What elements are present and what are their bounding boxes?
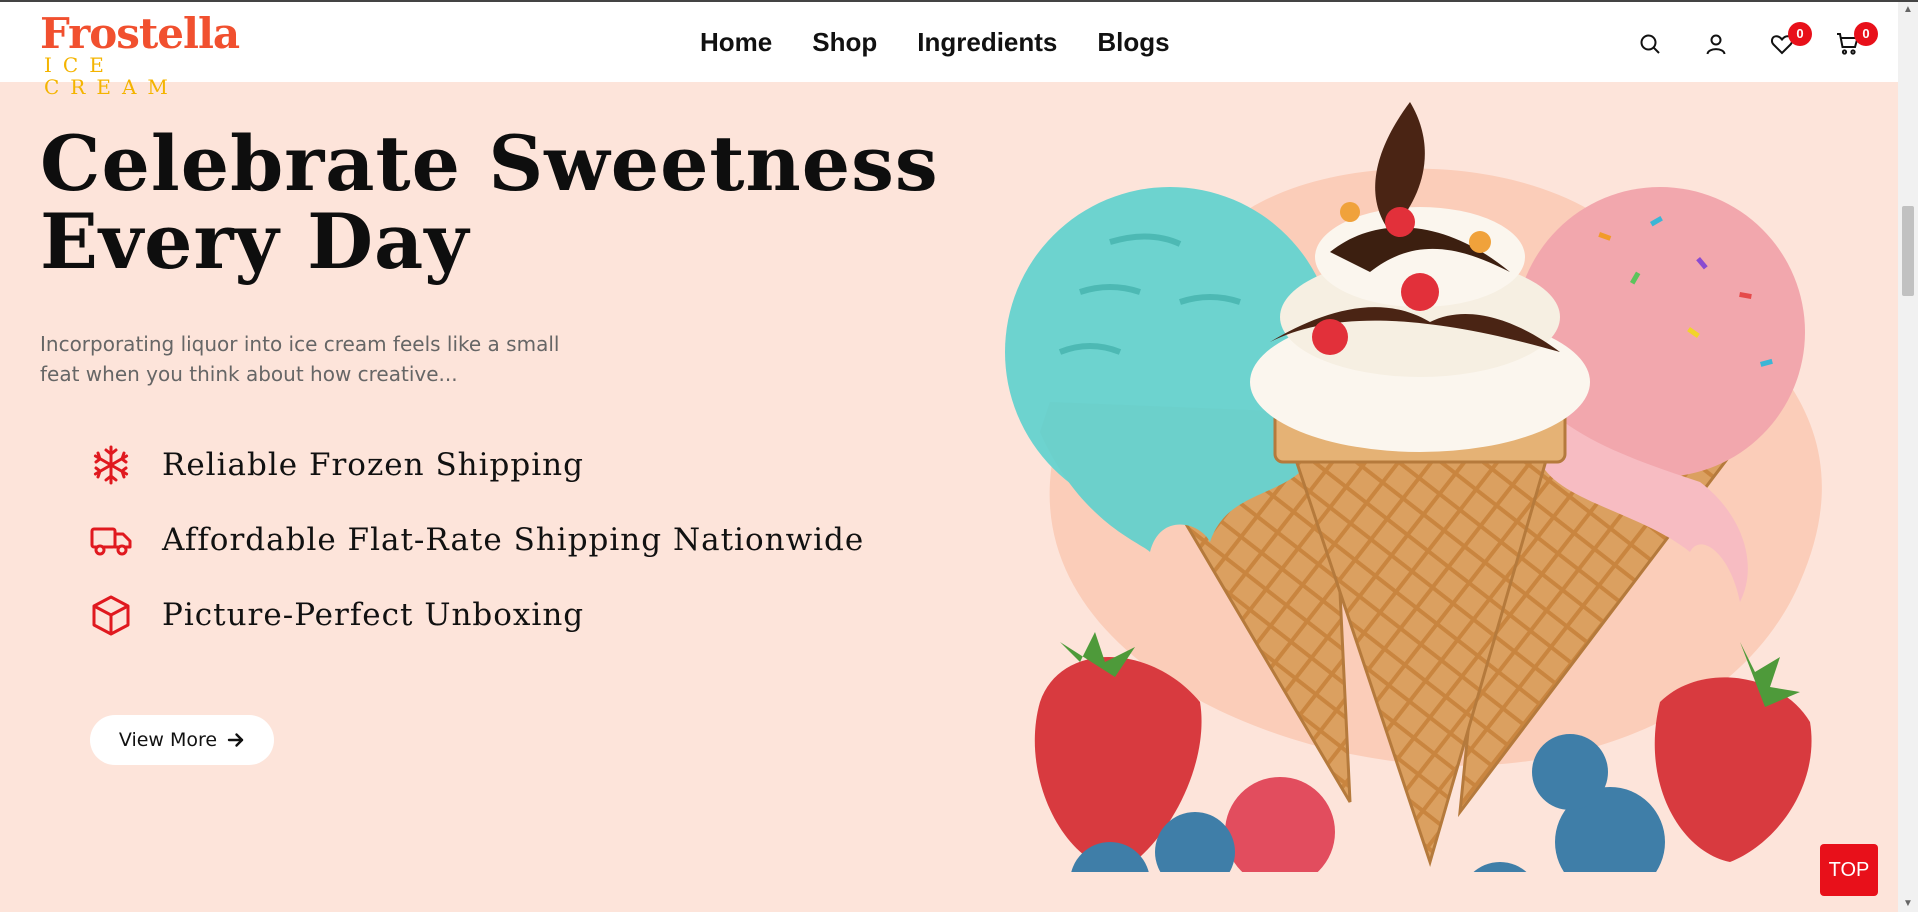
truck-icon [90,527,132,556]
scrollbar-thumb[interactable] [1902,206,1914,296]
cart-button[interactable]: 0 [1828,22,1878,64]
cart-count-badge: 0 [1854,22,1878,46]
nav-home[interactable]: Home [700,22,772,62]
brand-logo[interactable]: Frostella ICE CREAM [40,9,250,99]
scroll-up-arrow-icon[interactable]: ▲ [1898,2,1918,18]
hero-description: Incorporating liquor into ice cream feel… [40,329,620,389]
brand-tagline: ICE CREAM [44,53,179,99]
brand-name: Frostella [40,9,240,58]
feature-item: Reliable Frozen Shipping [90,440,890,490]
user-icon [1706,34,1726,55]
feature-label: Picture-Perfect Unboxing [162,597,585,633]
box-icon [92,595,130,636]
wishlist-count-badge: 0 [1788,22,1812,46]
view-more-label: View More [118,729,218,751]
nav-shop[interactable]: Shop [812,22,877,62]
feature-label: Reliable Frozen Shipping [162,447,584,483]
view-more-button[interactable]: View More [90,715,274,765]
search-button[interactable] [1630,24,1670,64]
feature-item: Picture-Perfect Unboxing [90,590,890,640]
main-nav: Home Shop Ingredients Blogs [700,22,1170,62]
hero-title-line2: Every Day [40,197,470,286]
feature-label: Affordable Flat-Rate Shipping Nationwide [162,522,865,558]
account-button[interactable] [1696,24,1736,64]
nav-ingredients[interactable]: Ingredients [917,22,1057,62]
page-scrollbar[interactable]: ▲ ▼ [1898,2,1918,912]
snowflake-icon [93,445,129,485]
feature-item: Affordable Flat-Rate Shipping Nationwide [90,515,890,565]
back-to-top-button[interactable]: TOP [1820,844,1878,896]
nav-blogs[interactable]: Blogs [1097,22,1169,62]
search-icon [1640,34,1660,54]
wishlist-button[interactable]: 0 [1762,22,1812,64]
hero-title-line1: Celebrate Sweetness [40,119,939,208]
header-icons: 0 0 [1630,22,1880,64]
scroll-down-arrow-icon[interactable]: ▼ [1898,896,1918,912]
site-header: Frostella ICE CREAM Home Shop Ingredient… [0,2,1898,99]
ice-cream-cones-image [1005,102,1822,872]
hero-description-line2: feat when you think about how creative..… [40,362,458,386]
hero-title: Celebrate Sweetness Every Day [40,125,940,281]
arrow-right-icon [227,733,244,747]
hero-description-line1: Incorporating liquor into ice cream feel… [40,332,560,356]
